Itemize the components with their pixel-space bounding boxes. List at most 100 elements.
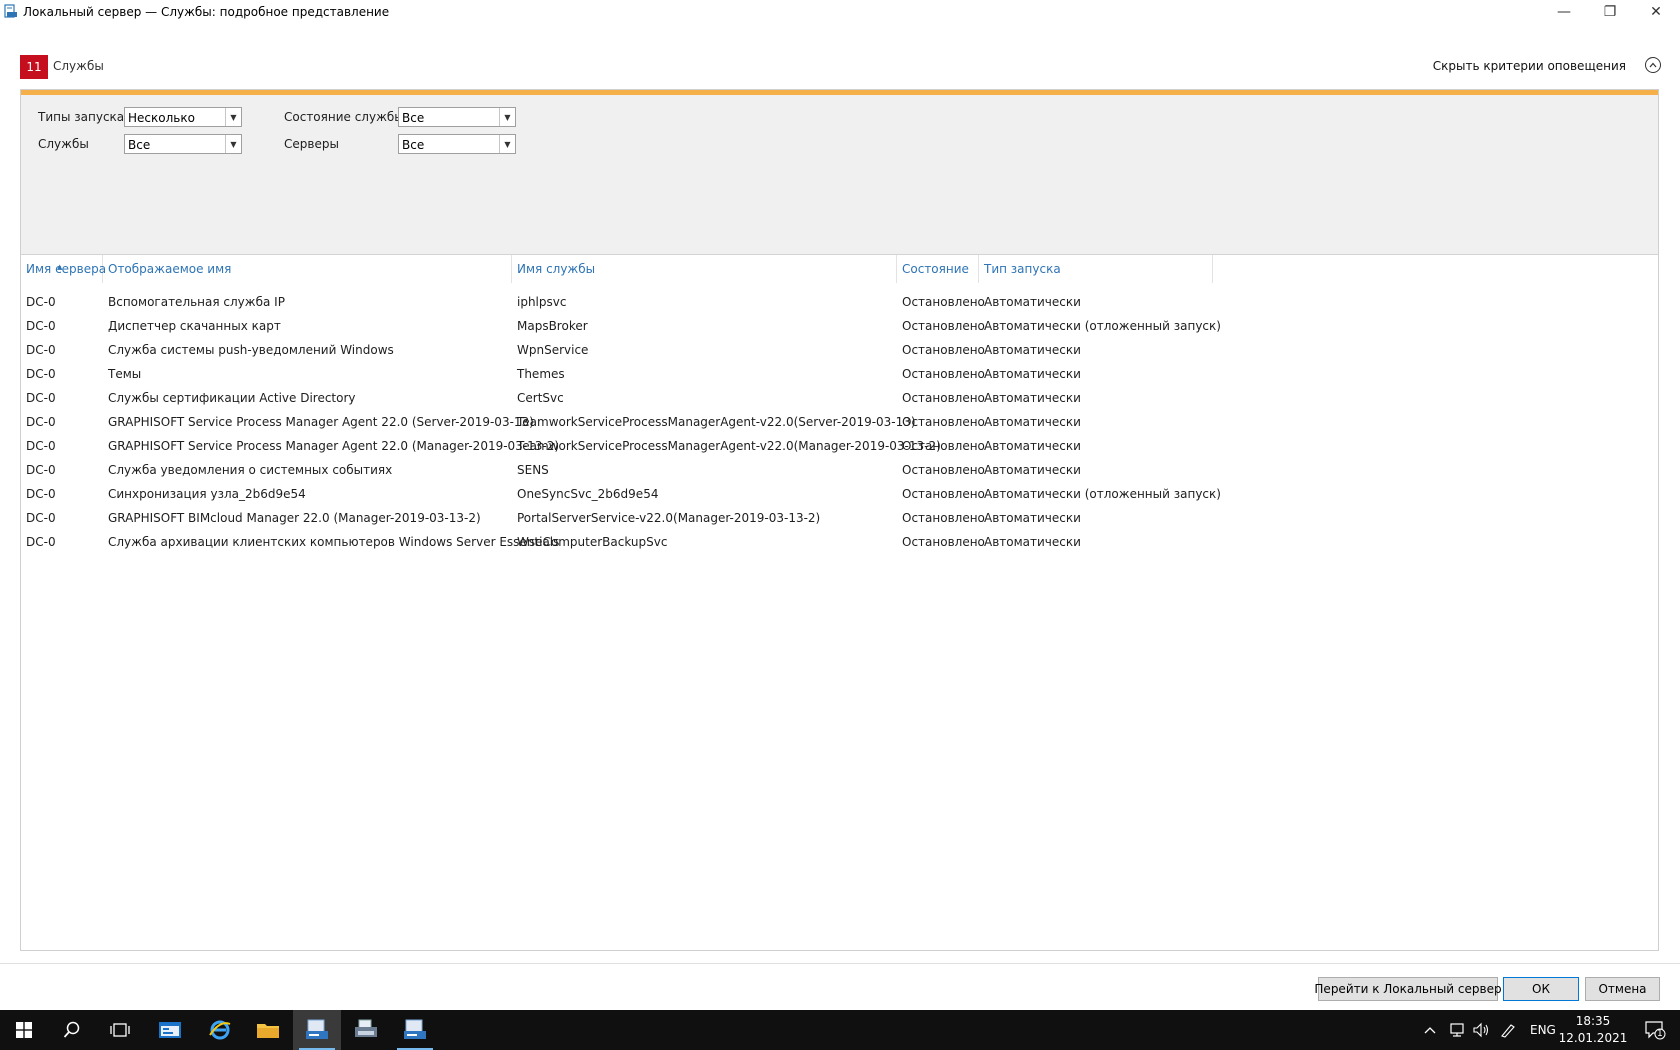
startup-types-select[interactable]: Несколько ▼ [124,107,242,127]
search-icon [63,1021,80,1038]
display-name-cell: GRAPHISOFT Service Process Manager Agent… [108,439,560,453]
server-name-cell: DC-0 [26,487,56,501]
status-cell: Остановлено [902,535,985,549]
table-row[interactable]: DC-0 GRAPHISOFT Service Process Manager A… [21,410,1658,434]
display-name-cell: Синхронизация узла_2b6d9e54 [108,487,306,501]
service-name-cell: WseComputerBackupSvc [517,535,668,549]
goto-local-server-button[interactable]: Перейти к Локальный сервер [1314,977,1502,1001]
servers-value: Все [402,138,425,152]
status-cell: Остановлено [902,463,985,477]
folder-icon [257,1024,279,1038]
search-button[interactable] [48,1010,96,1050]
servers-label: Серверы [284,137,339,151]
display-name-cell: GRAPHISOFT Service Process Manager Agent… [108,415,534,429]
services-value: Все [128,138,151,152]
taskbar-printer-app[interactable] [342,1010,390,1050]
taskbar-file-explorer[interactable] [244,1010,292,1050]
network-tray-button[interactable] [1448,1010,1466,1050]
status-cell: Остановлено [902,319,985,333]
show-hidden-icons-button[interactable] [1424,1010,1436,1050]
display-name-cell: Служба уведомления о системных событиях [108,463,393,477]
status-cell: Остановлено [902,487,985,501]
taskbar-internet-explorer[interactable] [196,1010,244,1050]
service-name-cell: TeamworkServiceProcessManagerAgent-v22.0… [517,439,941,453]
cancel-button[interactable]: Отмена [1585,977,1660,1001]
chevron-up-icon[interactable] [1645,57,1661,73]
table-row[interactable]: DC-0 Диспетчер скачанных карт MapsBroker Ос… [21,314,1658,338]
service-state-value: Все [402,111,425,125]
minimize-icon: — [1557,4,1571,20]
table-body: DC-0 Вспомогательная служба IP iphlpsvc Ост… [21,290,1658,554]
table-row[interactable]: DC-0 Службы сертификации Active Directory… [21,386,1658,410]
footer-divider [0,963,1680,964]
server-name-cell: DC-0 [26,391,56,405]
taskbar-server-manager-2[interactable] [391,1010,439,1050]
service-name-cell: TeamworkServiceProcessManagerAgent-v22.0… [517,415,916,429]
table-row[interactable]: DC-0 Служба уведомления о системных событ… [21,458,1658,482]
table-row[interactable]: DC-0 GRAPHISOFT Service Process Manager A… [21,434,1658,458]
volume-tray-button[interactable] [1472,1010,1490,1050]
column-header-display-name[interactable]: Отображаемое имя [103,255,512,283]
table-row[interactable]: DC-0 Вспомогательная служба IP iphlpsvc Ост… [21,290,1658,314]
startup-type-cell: Автоматически [984,391,1081,405]
startup-type-cell: Автоматически [984,415,1081,429]
dropdown-arrow-icon: ▼ [225,108,241,126]
action-center-button[interactable]: 1 [1635,1010,1675,1050]
table-row[interactable]: DC-0 Темы Themes Остановлено Автоматически [21,362,1658,386]
service-name-cell: CertSvc [517,391,564,405]
table-row[interactable]: DC-0 Служба системы push-уведомлений Wind… [21,338,1658,362]
pen-icon [1501,1024,1515,1038]
pen-tray-button[interactable] [1499,1010,1517,1050]
table-row[interactable]: DC-0 Служба архивации клиентских компьюте… [21,530,1658,554]
dropdown-arrow-icon: ▼ [225,135,241,153]
startup-type-cell: Автоматически [984,343,1081,357]
column-header-service-name[interactable]: Имя службы [512,255,897,283]
start-button[interactable] [0,1010,48,1050]
dropdown-arrow-icon: ▼ [499,108,515,126]
section-title: Службы [53,59,104,73]
startup-type-cell: Автоматически (отложенный запуск) [984,487,1221,501]
taskbar: ENG 18:35 12.01.2021 1 [0,1010,1680,1050]
restore-button[interactable]: ❐ [1587,0,1633,24]
display-name-cell: Вспомогательная служба IP [108,295,285,309]
taskbar-server-manager[interactable] [146,1010,194,1050]
column-header-server-name[interactable]: ▲ Имя сервера [21,255,106,283]
task-view-button[interactable] [96,1010,144,1050]
minimize-button[interactable]: — [1541,0,1587,24]
servers-select[interactable]: Все ▼ [398,134,516,154]
filter-area: Типы запуска Несколько ▼ Состояние служб… [21,95,1658,255]
dropdown-arrow-icon: ▼ [499,135,515,153]
server-manager-icon [159,1022,181,1038]
printer-icon [355,1019,377,1037]
service-name-cell: iphlpsvc [517,295,567,309]
sort-ascending-icon: ▲ [57,263,63,271]
hide-criteria-link[interactable]: Скрыть критерии оповещения [1433,59,1626,73]
table-row[interactable]: DC-0 Синхронизация узла_2b6d9e54 OneSyncSv… [21,482,1658,506]
status-cell: Остановлено [902,439,985,453]
service-name-cell: OneSyncSvc_2b6d9e54 [517,487,659,501]
ok-button[interactable]: ОК [1503,977,1579,1001]
table-row[interactable]: DC-0 GRAPHISOFT BIMcloud Manager 22.0 (Ma… [21,506,1658,530]
startup-type-cell: Автоматически [984,295,1081,309]
column-header-status[interactable]: Состояние [897,255,979,283]
server-name-cell: DC-0 [26,295,56,309]
service-name-cell: PortalServerService-v22.0(Manager-2019-0… [517,511,821,525]
speaker-icon [1473,1022,1489,1038]
close-button[interactable]: ✕ [1633,0,1679,24]
language-indicator[interactable]: ENG [1530,1010,1556,1050]
taskbar-server-manager-active[interactable] [293,1010,341,1050]
display-name-cell: Служба архивации клиентских компьютеров … [108,535,560,549]
services-select[interactable]: Все ▼ [124,134,242,154]
column-header-startup-type[interactable]: Тип запуска [979,255,1213,283]
service-state-select[interactable]: Все ▼ [398,107,516,127]
windows-logo-icon [16,1022,32,1038]
startup-type-cell: Автоматически [984,367,1081,381]
column-header-label: Имя службы [517,262,596,276]
service-count-badge: 11 [20,55,48,79]
service-name-cell: Themes [517,367,565,381]
status-cell: Остановлено [902,415,985,429]
clock[interactable]: 18:35 12.01.2021 [1558,1013,1628,1047]
server-name-cell: DC-0 [26,439,56,453]
column-header-label: Состояние [902,262,969,276]
internet-explorer-icon [209,1020,231,1040]
